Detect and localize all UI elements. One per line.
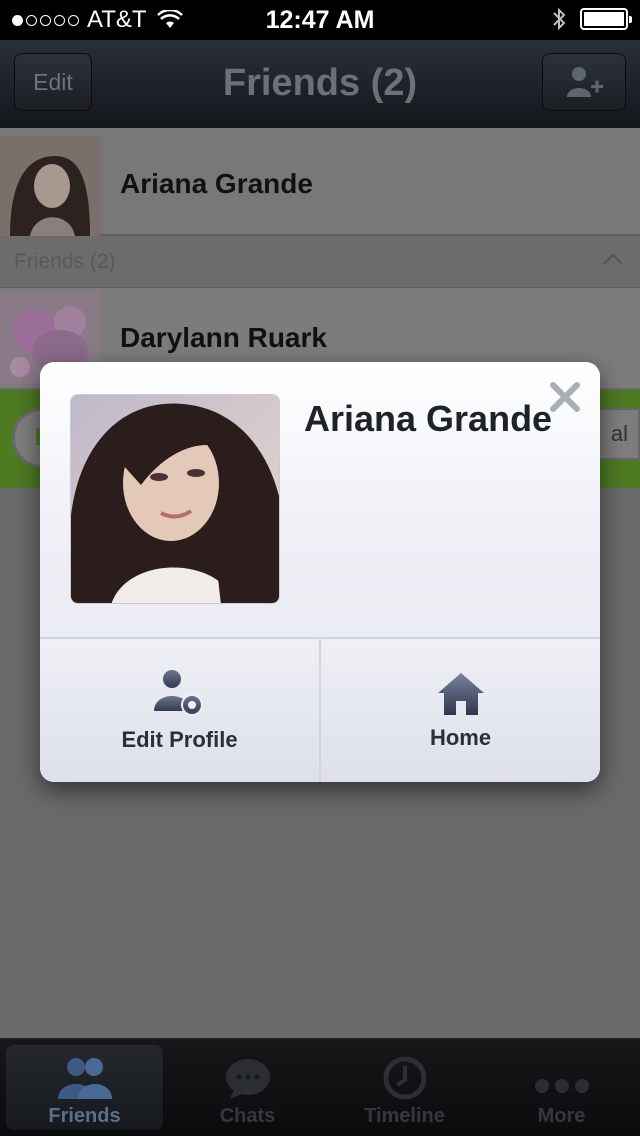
tab-label: More [537,1105,586,1127]
close-icon[interactable] [548,380,582,414]
profile-name: Ariana Grande [304,398,553,439]
status-right [552,7,632,31]
nav-bar: Edit Friends (2) [0,40,640,128]
tab-chats[interactable]: Chats [169,1039,326,1136]
popup-actions: Edit Profile Home [40,637,600,782]
chats-icon [225,1059,270,1099]
edit-profile-button[interactable]: Edit Profile [40,639,319,782]
section-label: Friends (2) [14,250,116,273]
edit-profile-label: Edit Profile [121,726,238,752]
profile-photo [70,394,280,604]
more-icon [534,1079,589,1093]
battery-icon [580,8,632,30]
home-label: Home [429,724,492,750]
friend-name: Darylann Ruark [120,322,327,353]
add-friend-icon [567,67,603,97]
bluetooth-icon [553,7,566,31]
tab-label: Friends [48,1105,121,1127]
friends-list: Ariana Grande Friends (2) Darylann Ruark [0,128,640,388]
timeline-icon [383,1056,426,1100]
my-profile-name: Ariana Grande [120,168,313,199]
profile-popup: Ariana Grande Edit Profile Home [40,362,600,782]
home-icon [437,672,484,715]
status-bar: AT&T 12:47 AM [0,0,640,40]
tab-label: Chats [219,1105,276,1127]
avatar [0,136,100,236]
tab-more[interactable]: More [483,1039,640,1136]
tab-friends[interactable]: Friends [6,1045,163,1130]
tab-timeline[interactable]: Timeline [326,1039,483,1136]
add-friend-button[interactable] [542,53,626,111]
tab-label: Timeline [364,1105,445,1127]
tab-bar: Friends Chats Timeline More [0,1038,640,1136]
home-button[interactable]: Home [319,639,600,782]
chevron-up-icon [603,253,623,265]
friends-section-header[interactable]: Friends (2) [0,236,640,288]
friends-icon [57,1058,112,1099]
my-profile-row[interactable]: Ariana Grande [0,128,640,236]
edit-profile-icon [153,669,203,716]
clock: 12:47 AM [265,6,375,34]
